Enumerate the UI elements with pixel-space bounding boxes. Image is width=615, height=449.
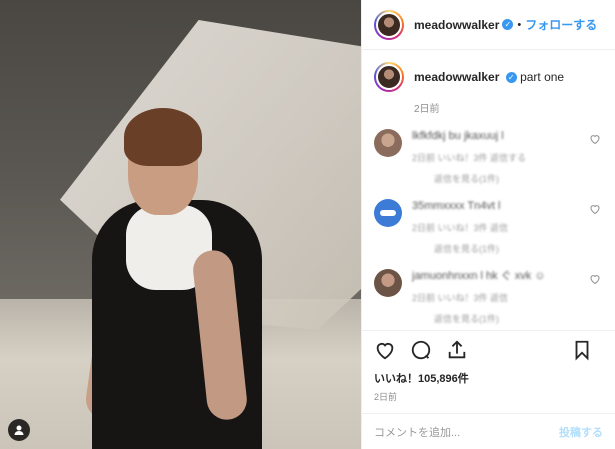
caption-time: 2日前 (414, 104, 440, 115)
likes-count[interactable]: いいね！105,896件 (362, 370, 615, 386)
comment-avatar[interactable] (374, 269, 402, 297)
avatar[interactable] (374, 9, 404, 40)
heart-icon[interactable] (589, 273, 601, 285)
instagram-post: meadowwalker ✓ • フォローする meadowwalker ✓ p… (0, 0, 615, 449)
view-replies-link[interactable]: 返信を見る(1件) (434, 312, 572, 325)
heart-icon[interactable] (589, 133, 601, 145)
header-separator: • (517, 18, 522, 31)
likes-label: いいね！ (374, 373, 418, 385)
comment-avatar[interactable] (374, 129, 402, 157)
comment-body: 35mmxxxx Tn4vt l 2日前 いいね！3件 返信 返信を見る(1件) (412, 199, 572, 255)
comment-text: 35mmxxxx Tn4vt l (412, 200, 501, 212)
heart-icon[interactable] (374, 339, 398, 363)
likes-number: 105,896件 (418, 373, 469, 385)
post-time: 2日前 (374, 392, 398, 402)
comment-meta: 2日前 いいね！3件 返信 (412, 223, 509, 233)
comment-item: jamuonhnxxn l hk ぐ xvk ☺ 2日前 いいね！3件 返信 返… (374, 269, 603, 325)
bookmark-icon[interactable] (571, 339, 595, 363)
comment-meta: 2日前 いいね！3件 返信する (412, 153, 527, 163)
post-header: meadowwalker ✓ • フォローする (362, 0, 615, 50)
comments-list[interactable]: meadowwalker ✓ part one 2日前 lkfkfdkj bu … (362, 50, 615, 330)
add-comment-bar: コメントを追加... 投稿する (362, 413, 615, 449)
comment-avatar[interactable] (374, 199, 402, 227)
comment-text: jamuonhnxxn l hk ぐ xvk ☺ (412, 270, 546, 282)
share-icon[interactable] (446, 339, 470, 363)
follow-button[interactable]: フォローする (525, 16, 597, 33)
photo-figure-hair (124, 108, 202, 166)
comment-text: lkfkfdkj bu jkaxuuj l (412, 130, 504, 142)
view-replies-link[interactable]: 返信を見る(1件) (434, 172, 572, 185)
user-tag-icon[interactable] (8, 419, 30, 441)
caption-username[interactable]: meadowwalker (414, 70, 499, 84)
caption-text-wrap: meadowwalker ✓ part one (414, 70, 564, 84)
caption: meadowwalker ✓ part one (374, 62, 603, 92)
comment-body: lkfkfdkj bu jkaxuuj l 2日前 いいね！3件 返信する 返信… (412, 129, 572, 185)
comment-meta: 2日前 いいね！3件 返信 (412, 293, 509, 303)
post-photo[interactable] (0, 0, 361, 449)
comment-item: 35mmxxxx Tn4vt l 2日前 いいね！3件 返信 返信を見る(1件) (374, 199, 603, 255)
heart-icon[interactable] (589, 203, 601, 215)
comment-item: lkfkfdkj bu jkaxuuj l 2日前 いいね！3件 返信する 返信… (374, 129, 603, 185)
avatar[interactable] (374, 62, 404, 92)
post-side-panel: meadowwalker ✓ • フォローする meadowwalker ✓ p… (361, 0, 615, 449)
comment-icon[interactable] (410, 339, 434, 363)
action-bar (362, 330, 615, 370)
comment-input[interactable]: コメントを追加... (374, 424, 460, 440)
view-replies-link[interactable]: 返信を見る(1件) (434, 242, 572, 255)
header-username[interactable]: meadowwalker (414, 18, 499, 32)
verified-badge-icon: ✓ (502, 19, 514, 30)
verified-badge-icon: ✓ (505, 72, 517, 84)
caption-text: part one (520, 70, 565, 84)
comment-body: jamuonhnxxn l hk ぐ xvk ☺ 2日前 いいね！3件 返信 返… (412, 269, 572, 325)
post-comment-button[interactable]: 投稿する (559, 424, 603, 440)
